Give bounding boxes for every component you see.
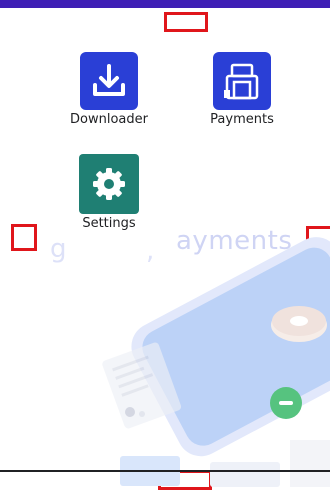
app-label-downloader: Downloader [70,112,148,127]
status-bar [0,0,330,8]
background-fragment-g: g [50,234,67,264]
background-fragment-comma: , [146,236,155,266]
bottom-divider [0,470,330,472]
app-label-payments: Payments [210,112,274,127]
payments-icon [213,52,271,110]
app-downloader[interactable]: Downloader [54,52,164,127]
app-payments[interactable]: Payments [187,52,297,127]
app-settings[interactable]: Settings [54,154,164,231]
app-label-settings: Settings [82,216,136,231]
background-headline-text: ayments [176,226,293,256]
download-icon [80,52,138,110]
highlight-marker-top [164,12,208,32]
gear-icon [79,154,139,214]
